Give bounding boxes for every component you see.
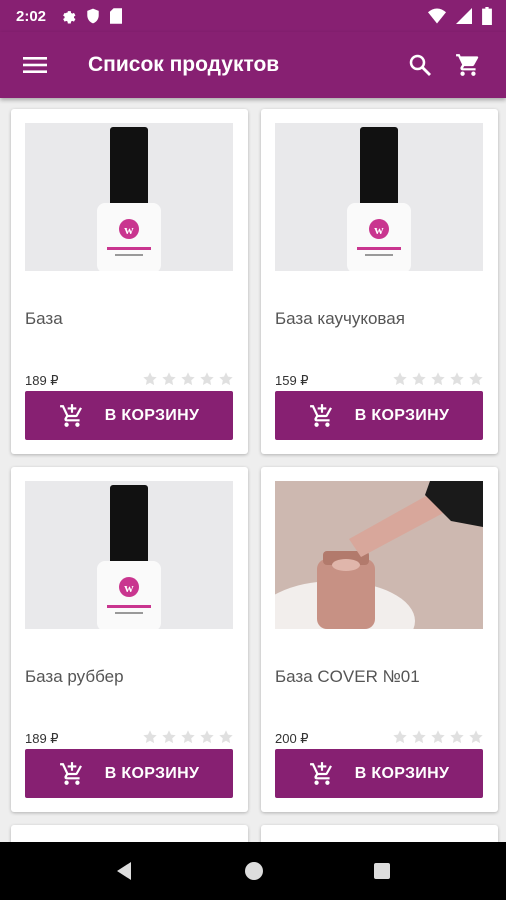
star-icon [200, 730, 214, 744]
add-to-cart-label: В КОРЗИНУ [104, 764, 200, 782]
shield-icon [87, 8, 99, 24]
add-to-cart-icon [59, 761, 82, 785]
product-image[interactable]: w [25, 481, 233, 629]
rating-stars [142, 371, 234, 387]
add-to-cart-label: В КОРЗИНУ [104, 406, 200, 424]
star-icon [450, 730, 464, 744]
star-icon [393, 730, 407, 744]
app-bar: Список продуктов [0, 32, 506, 98]
battery-icon [482, 7, 492, 25]
signal-icon [456, 8, 472, 24]
status-bar: 2:02 [0, 0, 506, 32]
add-to-cart-button[interactable]: В КОРЗИНУ [25, 749, 233, 798]
star-icon [469, 372, 483, 386]
menu-icon [23, 57, 47, 73]
product-grid: w База 189 ₽ В КОРЗИНУ w База каучуковая… [0, 98, 506, 842]
system-nav-bar [0, 842, 506, 900]
product-image[interactable]: w [275, 123, 483, 271]
product-card[interactable]: w База каучуковая 159 ₽ В КОРЗИНУ [261, 109, 498, 454]
star-icon [431, 730, 445, 744]
search-button[interactable] [400, 45, 440, 85]
add-to-cart-label: В КОРЗИНУ [354, 764, 450, 782]
add-to-cart-button[interactable]: В КОРЗИНУ [25, 391, 233, 440]
add-to-cart-icon [309, 403, 332, 427]
svg-text:w: w [124, 580, 134, 595]
rating-stars [142, 729, 234, 745]
cart-button[interactable] [448, 45, 488, 85]
star-icon [450, 372, 464, 386]
product-image[interactable]: w [25, 123, 233, 271]
status-time: 2:02 [16, 7, 47, 25]
star-icon [143, 730, 157, 744]
page-title: Список продуктов [88, 53, 280, 76]
product-card[interactable]: w База 189 ₽ В КОРЗИНУ [11, 109, 248, 454]
add-to-cart-label: В КОРЗИНУ [354, 406, 450, 424]
sd-card-icon [110, 8, 123, 24]
star-icon [181, 372, 195, 386]
add-to-cart-icon [59, 403, 82, 427]
add-to-cart-button[interactable]: В КОРЗИНУ [275, 391, 483, 440]
product-name[interactable]: База каучуковая [275, 309, 405, 329]
rating-stars [392, 729, 484, 745]
product-card[interactable]: w База руббер 189 ₽ В КОРЗИНУ [11, 467, 248, 812]
star-icon [162, 372, 176, 386]
settings-icon [63, 11, 76, 24]
product-price: 200 ₽ [275, 731, 309, 746]
product-name[interactable]: База руббер [25, 667, 124, 687]
product-card[interactable] [11, 825, 248, 842]
product-price: 189 ₽ [25, 373, 59, 388]
rating-stars [392, 371, 484, 387]
star-icon [162, 730, 176, 744]
star-icon [469, 730, 483, 744]
add-to-cart-icon [309, 761, 332, 785]
cart-icon [456, 54, 479, 76]
star-icon [200, 372, 214, 386]
svg-text:w: w [374, 222, 384, 237]
star-icon [219, 372, 233, 386]
recents-icon[interactable] [373, 862, 391, 880]
star-icon [181, 730, 195, 744]
svg-text:w: w [124, 222, 134, 237]
product-price: 189 ₽ [25, 731, 59, 746]
star-icon [219, 730, 233, 744]
add-to-cart-button[interactable]: В КОРЗИНУ [275, 749, 483, 798]
star-icon [431, 372, 445, 386]
home-icon[interactable] [244, 861, 264, 881]
product-card[interactable]: База COVER №01 200 ₽ В КОРЗИНУ [261, 467, 498, 812]
product-name[interactable]: База COVER №01 [275, 667, 420, 687]
product-card[interactable] [261, 825, 498, 842]
menu-button[interactable] [0, 32, 70, 98]
product-price: 159 ₽ [275, 373, 309, 388]
star-icon [143, 372, 157, 386]
wifi-icon [428, 8, 446, 24]
product-name[interactable]: База [25, 309, 63, 329]
star-icon [412, 372, 426, 386]
star-icon [393, 372, 407, 386]
star-icon [412, 730, 426, 744]
product-image[interactable] [275, 481, 483, 629]
back-icon[interactable] [115, 861, 135, 881]
search-icon [409, 54, 431, 76]
